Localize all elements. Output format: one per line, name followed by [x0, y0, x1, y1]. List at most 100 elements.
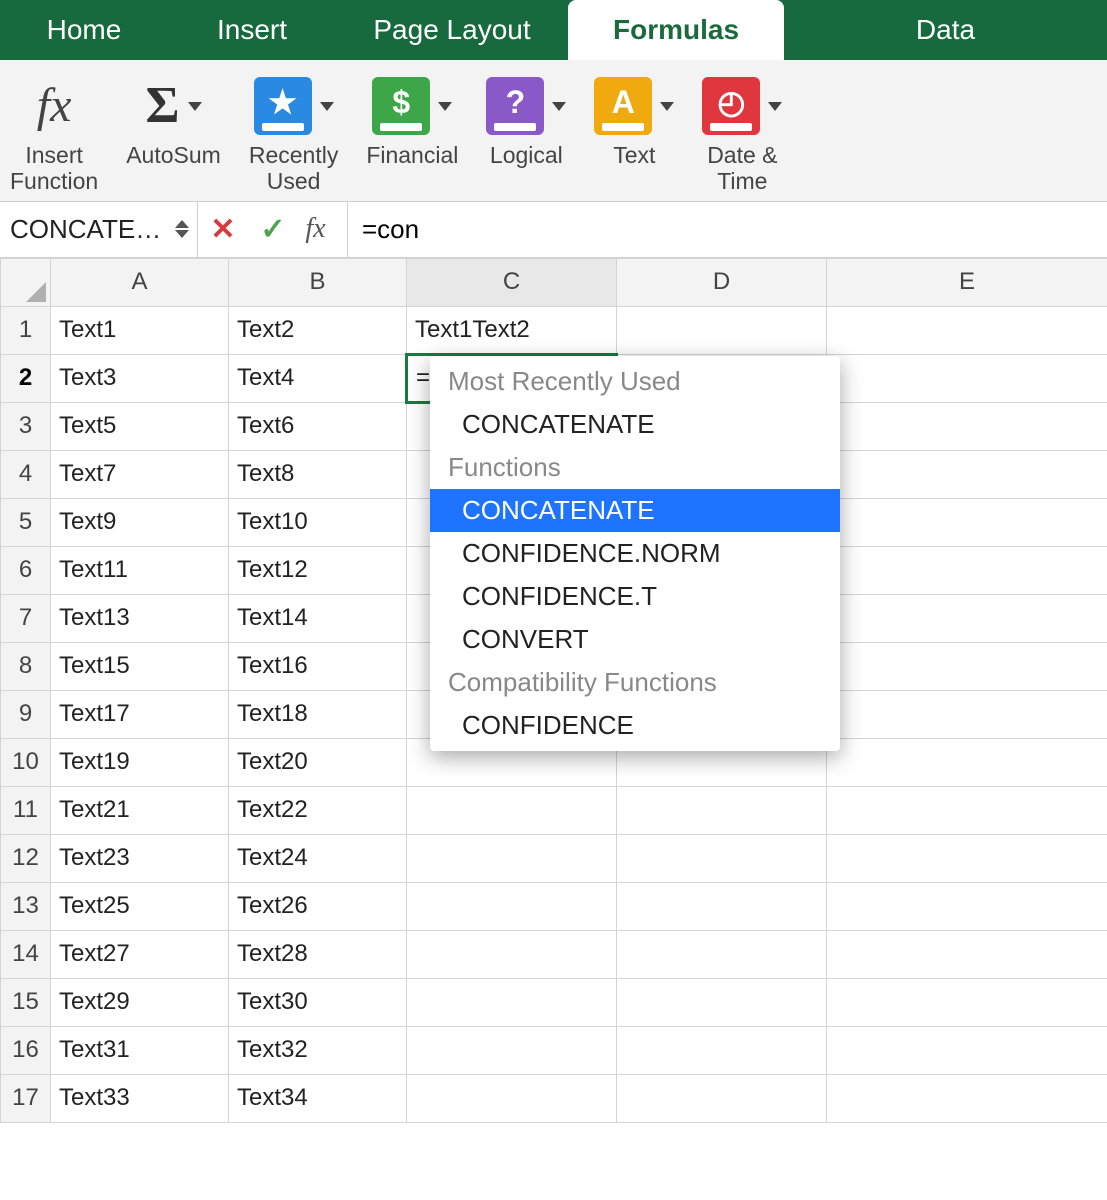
cell-C13[interactable] [407, 882, 617, 930]
cell-A12[interactable]: Text23 [51, 834, 229, 882]
cell-A1[interactable]: Text1 [51, 306, 229, 354]
col-header-A[interactable]: A [51, 258, 229, 306]
row-header-8[interactable]: 8 [1, 642, 51, 690]
cell-A16[interactable]: Text31 [51, 1026, 229, 1074]
row-header-3[interactable]: 3 [1, 402, 51, 450]
cell-A10[interactable]: Text19 [51, 738, 229, 786]
cell-E6[interactable] [827, 546, 1107, 594]
cell-E11[interactable] [827, 786, 1107, 834]
row-header-1[interactable]: 1 [1, 306, 51, 354]
cell-A13[interactable]: Text25 [51, 882, 229, 930]
cell-E9[interactable] [827, 690, 1107, 738]
cell-A9[interactable]: Text17 [51, 690, 229, 738]
cell-B7[interactable]: Text14 [229, 594, 407, 642]
accept-button[interactable]: ✓ [248, 202, 298, 257]
select-all-corner[interactable] [1, 258, 51, 306]
autocomplete-item[interactable]: CONFIDENCE.T [430, 575, 840, 618]
cell-E2[interactable] [827, 354, 1107, 402]
cell-B12[interactable]: Text24 [229, 834, 407, 882]
cell-A15[interactable]: Text29 [51, 978, 229, 1026]
cell-A17[interactable]: Text33 [51, 1074, 229, 1122]
col-header-D[interactable]: D [617, 258, 827, 306]
row-header-13[interactable]: 13 [1, 882, 51, 930]
row-header-11[interactable]: 11 [1, 786, 51, 834]
cell-B3[interactable]: Text6 [229, 402, 407, 450]
cell-C11[interactable] [407, 786, 617, 834]
cell-B11[interactable]: Text22 [229, 786, 407, 834]
cell-E17[interactable] [827, 1074, 1107, 1122]
formula-input[interactable] [348, 214, 1107, 245]
row-header-15[interactable]: 15 [1, 978, 51, 1026]
cell-A3[interactable]: Text5 [51, 402, 229, 450]
cell-D11[interactable] [617, 786, 827, 834]
cell-B15[interactable]: Text30 [229, 978, 407, 1026]
cell-E15[interactable] [827, 978, 1107, 1026]
logical-button[interactable]: ? Logical [486, 70, 566, 195]
stepper-icon[interactable] [175, 220, 189, 238]
cell-B6[interactable]: Text12 [229, 546, 407, 594]
cancel-button[interactable]: ✕ [198, 202, 248, 257]
cell-B14[interactable]: Text28 [229, 930, 407, 978]
tab-data[interactable]: Data [784, 0, 1107, 60]
cell-B13[interactable]: Text26 [229, 882, 407, 930]
cell-C14[interactable] [407, 930, 617, 978]
cell-E13[interactable] [827, 882, 1107, 930]
row-header-4[interactable]: 4 [1, 450, 51, 498]
cell-A5[interactable]: Text9 [51, 498, 229, 546]
row-header-9[interactable]: 9 [1, 690, 51, 738]
col-header-B[interactable]: B [229, 258, 407, 306]
tab-formulas[interactable]: Formulas [568, 0, 784, 60]
cell-D14[interactable] [617, 930, 827, 978]
cell-E14[interactable] [827, 930, 1107, 978]
cell-D13[interactable] [617, 882, 827, 930]
tab-page-layout[interactable]: Page Layout [336, 0, 568, 60]
row-header-6[interactable]: 6 [1, 546, 51, 594]
cell-B9[interactable]: Text18 [229, 690, 407, 738]
autocomplete-item[interactable]: CONFIDENCE [430, 704, 840, 747]
cell-A4[interactable]: Text7 [51, 450, 229, 498]
row-header-5[interactable]: 5 [1, 498, 51, 546]
row-header-14[interactable]: 14 [1, 930, 51, 978]
cell-E16[interactable] [827, 1026, 1107, 1074]
cell-B16[interactable]: Text32 [229, 1026, 407, 1074]
autocomplete-item[interactable]: CONCATENATE [430, 403, 840, 446]
cell-B4[interactable]: Text8 [229, 450, 407, 498]
cell-D16[interactable] [617, 1026, 827, 1074]
row-header-17[interactable]: 17 [1, 1074, 51, 1122]
cell-C15[interactable] [407, 978, 617, 1026]
recently-used-button[interactable]: ★ Recently Used [249, 70, 338, 195]
cell-A14[interactable]: Text27 [51, 930, 229, 978]
autocomplete-item[interactable]: CONFIDENCE.NORM [430, 532, 840, 575]
col-header-C[interactable]: C [407, 258, 617, 306]
col-header-E[interactable]: E [827, 258, 1107, 306]
cell-D15[interactable] [617, 978, 827, 1026]
row-header-16[interactable]: 16 [1, 1026, 51, 1074]
cell-D17[interactable] [617, 1074, 827, 1122]
cell-A6[interactable]: Text11 [51, 546, 229, 594]
function-autocomplete-popup[interactable]: Most Recently UsedCONCATENATEFunctionsCO… [430, 356, 840, 751]
cell-E4[interactable] [827, 450, 1107, 498]
cell-E7[interactable] [827, 594, 1107, 642]
row-header-10[interactable]: 10 [1, 738, 51, 786]
cell-A7[interactable]: Text13 [51, 594, 229, 642]
tab-insert[interactable]: Insert [168, 0, 336, 60]
cell-E12[interactable] [827, 834, 1107, 882]
date-time-button[interactable]: ◴ Date & Time [702, 70, 782, 195]
cell-C1[interactable]: Text1Text2 [407, 306, 617, 354]
cell-C16[interactable] [407, 1026, 617, 1074]
cell-B8[interactable]: Text16 [229, 642, 407, 690]
cell-B17[interactable]: Text34 [229, 1074, 407, 1122]
cell-A11[interactable]: Text21 [51, 786, 229, 834]
cell-E1[interactable] [827, 306, 1107, 354]
cell-C12[interactable] [407, 834, 617, 882]
row-header-12[interactable]: 12 [1, 834, 51, 882]
autocomplete-item[interactable]: CONCATENATE [430, 489, 840, 532]
cell-C17[interactable] [407, 1074, 617, 1122]
financial-button[interactable]: $ Financial [366, 70, 458, 195]
cell-E3[interactable] [827, 402, 1107, 450]
cell-D12[interactable] [617, 834, 827, 882]
tab-home[interactable]: Home [0, 0, 168, 60]
insert-function-button[interactable]: fx Insert Function [10, 70, 98, 195]
row-header-2[interactable]: 2 [1, 354, 51, 402]
cell-A2[interactable]: Text3 [51, 354, 229, 402]
